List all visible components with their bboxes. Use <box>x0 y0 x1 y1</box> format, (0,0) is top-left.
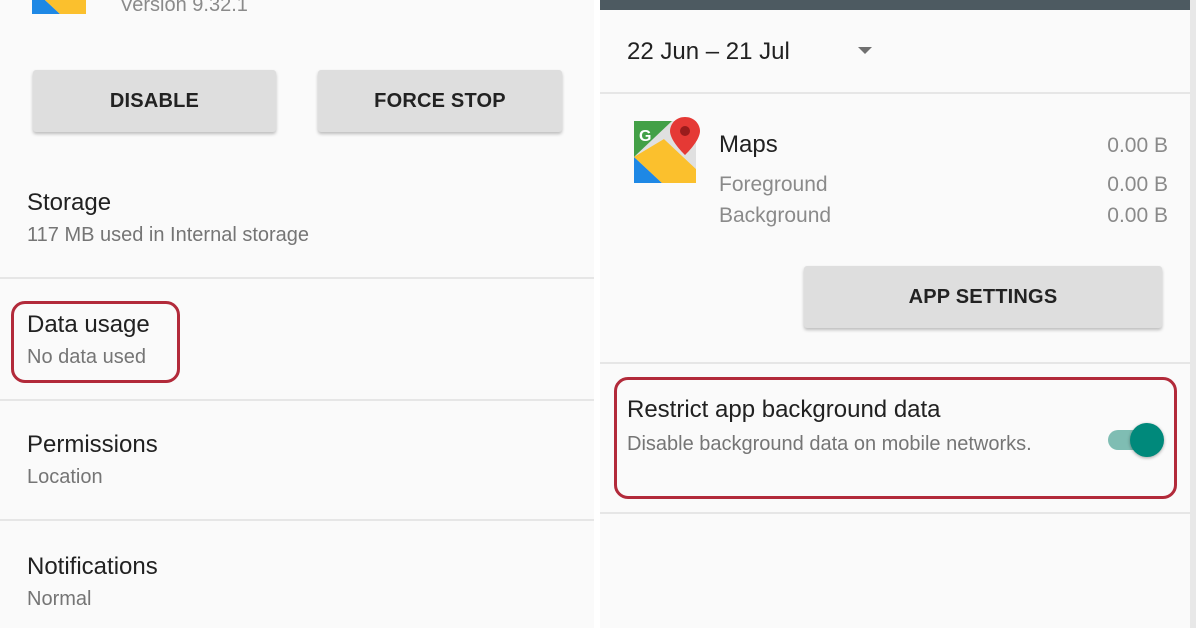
divider <box>0 399 594 401</box>
restrict-background-toggle[interactable] <box>1108 422 1164 458</box>
foreground-label: Foreground <box>719 173 828 196</box>
storage-subtitle: 117 MB used in Internal storage <box>27 224 310 246</box>
dropdown-caret-icon[interactable] <box>858 47 872 54</box>
force-stop-button[interactable]: FORCE STOP <box>318 70 562 132</box>
divider <box>600 92 1196 94</box>
permissions-subtitle: Location <box>27 466 103 488</box>
divider <box>0 519 594 521</box>
data-usage-subtitle: No data used <box>27 346 146 368</box>
maps-icon: G <box>632 117 702 187</box>
svg-text:G: G <box>639 128 651 145</box>
date-range-selector[interactable]: 22 Jun – 21 Jul <box>627 38 790 66</box>
scrollbar[interactable] <box>1190 0 1196 628</box>
notifications-subtitle: Normal <box>27 588 92 610</box>
divider <box>0 277 594 279</box>
background-value: 0.00 B <box>1107 204 1168 227</box>
notifications-item[interactable]: Notifications Normal <box>27 552 158 612</box>
app-settings-button[interactable]: APP SETTINGS <box>804 266 1162 328</box>
toggle-thumb <box>1130 423 1164 457</box>
storage-item[interactable]: Storage 117 MB used in Internal storage <box>27 188 309 248</box>
maps-app-icon <box>32 0 86 14</box>
data-usage-title: Data usage <box>27 311 150 338</box>
divider <box>600 362 1196 364</box>
app-info-panel: Version 9.32.1 DISABLE FORCE STOP Storag… <box>0 0 594 628</box>
restrict-title: Restrict app background data <box>627 396 941 423</box>
foreground-value: 0.00 B <box>1107 173 1168 196</box>
app-name: Maps <box>719 131 778 158</box>
background-label: Background <box>719 204 832 227</box>
divider <box>600 512 1196 514</box>
data-usage-panel: 22 Jun – 21 Jul G Maps 0.00 B Foreground… <box>600 0 1196 628</box>
restrict-subtitle: Disable background data on mobile networ… <box>627 433 1032 455</box>
app-version: Version 9.32.1 <box>120 0 248 16</box>
permissions-item[interactable]: Permissions Location <box>27 430 158 490</box>
disable-button[interactable]: DISABLE <box>33 70 276 132</box>
data-usage-item[interactable]: Data usage No data used <box>27 310 150 370</box>
storage-title: Storage <box>27 189 112 216</box>
notifications-title: Notifications <box>27 553 158 580</box>
permissions-title: Permissions <box>27 431 158 458</box>
status-bar <box>600 0 1196 10</box>
total-usage: 0.00 B <box>1107 134 1168 157</box>
